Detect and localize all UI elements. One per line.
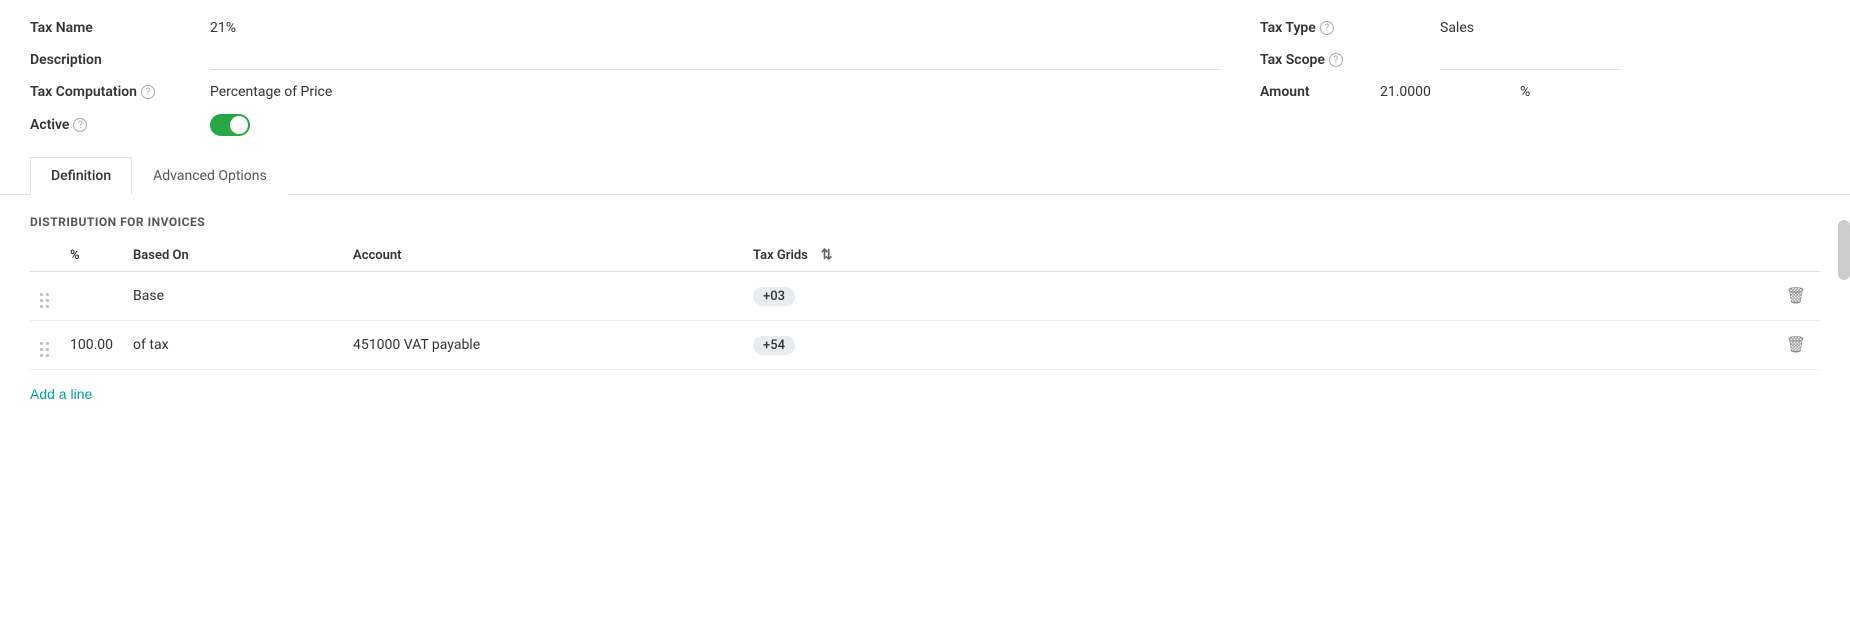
table-header-row: % Based On Account Tax Grids ⇅ [30,239,1820,272]
add-line-button[interactable]: Add a line [30,376,92,412]
tax-name-label: Tax Name [30,20,190,36]
tabs-container: Definition Advanced Options [0,146,1850,195]
filter-icon[interactable]: ⇅ [821,247,833,263]
description-label: Description [30,52,190,68]
amount-row: Amount 21.0000 % [1260,84,1820,100]
form-section: Tax Name 21% Description Tax Computation… [0,0,1850,146]
tax-scope-help-icon[interactable]: ? [1329,53,1343,67]
row2-delete-button[interactable]: 🗑 [1782,331,1810,359]
tax-scope-row: Tax Scope ? [1260,50,1820,70]
table-row: Base +03 🗑 [30,272,1820,321]
amount-unit: % [1520,84,1530,100]
description-value[interactable] [210,50,1220,70]
row1-account[interactable] [343,272,743,321]
amount-label: Amount [1260,84,1360,100]
row2-tax-grids[interactable]: +54 [743,321,1772,370]
row1-delete-button[interactable]: 🗑 [1782,282,1810,310]
drag-handle-cell [30,272,60,321]
table-row: 100.00 of tax 451000 VAT payable +54 🗑 [30,321,1820,370]
drag-handle[interactable] [40,342,49,357]
tax-computation-label: Tax Computation ? [30,84,190,100]
active-help-icon[interactable]: ? [73,118,87,132]
tabs: Definition Advanced Options [30,156,1820,194]
row2-account[interactable]: 451000 VAT payable [343,321,743,370]
tax-computation-row: Tax Computation ? Percentage of Price [30,84,1220,100]
row1-based-on[interactable]: Base [123,272,343,321]
distribution-table: % Based On Account Tax Grids ⇅ [30,239,1820,370]
th-drag [30,239,60,272]
add-line-container: Add a line [30,370,1820,412]
tax-scope-value[interactable] [1440,50,1620,70]
row2-based-on[interactable]: of tax [123,321,343,370]
tax-name-row: Tax Name 21% [30,20,1220,36]
tax-computation-help-icon[interactable]: ? [141,85,155,99]
description-row: Description [30,50,1220,70]
tax-scope-label: Tax Scope ? [1260,52,1420,68]
active-toggle[interactable] [210,114,250,136]
tax-name-value[interactable]: 21% [210,20,1220,36]
tax-type-help-icon[interactable]: ? [1320,21,1334,35]
th-account: Account [343,239,743,272]
tax-type-row: Tax Type ? Sales [1260,20,1820,36]
active-row: Active ? [30,114,1220,136]
distribution-section-title: DISTRIBUTION FOR INVOICES [30,215,1820,229]
th-based-on: Based On [123,239,343,272]
form-left: Tax Name 21% Description Tax Computation… [30,20,1220,136]
content-area: DISTRIBUTION FOR INVOICES % Based On Acc… [0,195,1850,432]
row1-percent [60,272,123,321]
row1-action: 🗑 [1772,272,1820,321]
th-tax-grids: Tax Grids ⇅ [743,239,1772,272]
tax-computation-value[interactable]: Percentage of Price [210,84,1220,100]
drag-handle-cell [30,321,60,370]
row2-action: 🗑 [1772,321,1820,370]
form-right: Tax Type ? Sales Tax Scope ? Amount 21.0… [1220,20,1820,136]
amount-value[interactable]: 21.0000 [1380,84,1500,100]
scrollbar[interactable] [1838,220,1850,280]
active-label: Active ? [30,117,190,133]
tax-type-value[interactable]: Sales [1440,20,1820,36]
drag-handle[interactable] [40,293,49,308]
grid-badge: +03 [753,287,795,306]
tab-definition[interactable]: Definition [30,157,132,195]
row1-tax-grids[interactable]: +03 [743,272,1772,321]
tax-type-label: Tax Type ? [1260,20,1420,36]
row2-percent: 100.00 [60,321,123,370]
grid-badge: +54 [753,336,795,355]
tab-advanced-options[interactable]: Advanced Options [132,157,288,195]
th-percent: % [60,239,123,272]
th-action [1772,239,1820,272]
